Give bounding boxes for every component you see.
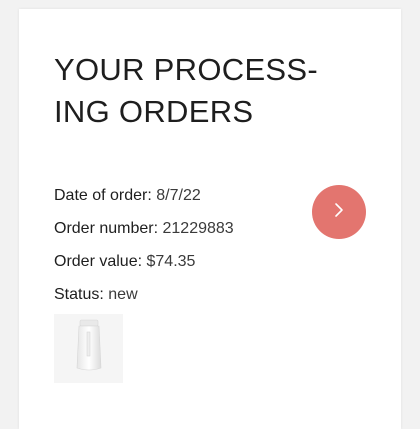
order-value-label: Order value: — [54, 253, 143, 270]
order-details: Date of order: 8/7/22 Order number: 2122… — [54, 185, 304, 317]
order-date-value: 8/7/22 — [156, 187, 201, 204]
product-thumbnail[interactable] — [54, 314, 123, 383]
product-tube-icon — [74, 318, 104, 379]
order-number-label: Order number: — [54, 220, 159, 237]
processing-orders-card: YOUR PROCESS- ING ORDERS Date of order: … — [19, 9, 401, 429]
order-number-row: Order number: 21229883 — [54, 218, 304, 251]
order-date-label: Date of order: — [54, 187, 152, 204]
chevron-right-icon — [332, 201, 346, 224]
page-title: YOUR PROCESS- ING ORDERS — [54, 52, 318, 129]
order-status-value: new — [108, 286, 138, 303]
order-value-value: $74.35 — [146, 253, 196, 270]
order-date-row: Date of order: 8/7/22 — [54, 185, 304, 218]
order-status-label: Status: — [54, 286, 104, 303]
order-value-row: Order value: $74.35 — [54, 251, 304, 284]
view-order-button[interactable] — [312, 185, 366, 239]
order-status-row: Status: new — [54, 284, 304, 317]
order-number-value: 21229883 — [162, 220, 234, 237]
